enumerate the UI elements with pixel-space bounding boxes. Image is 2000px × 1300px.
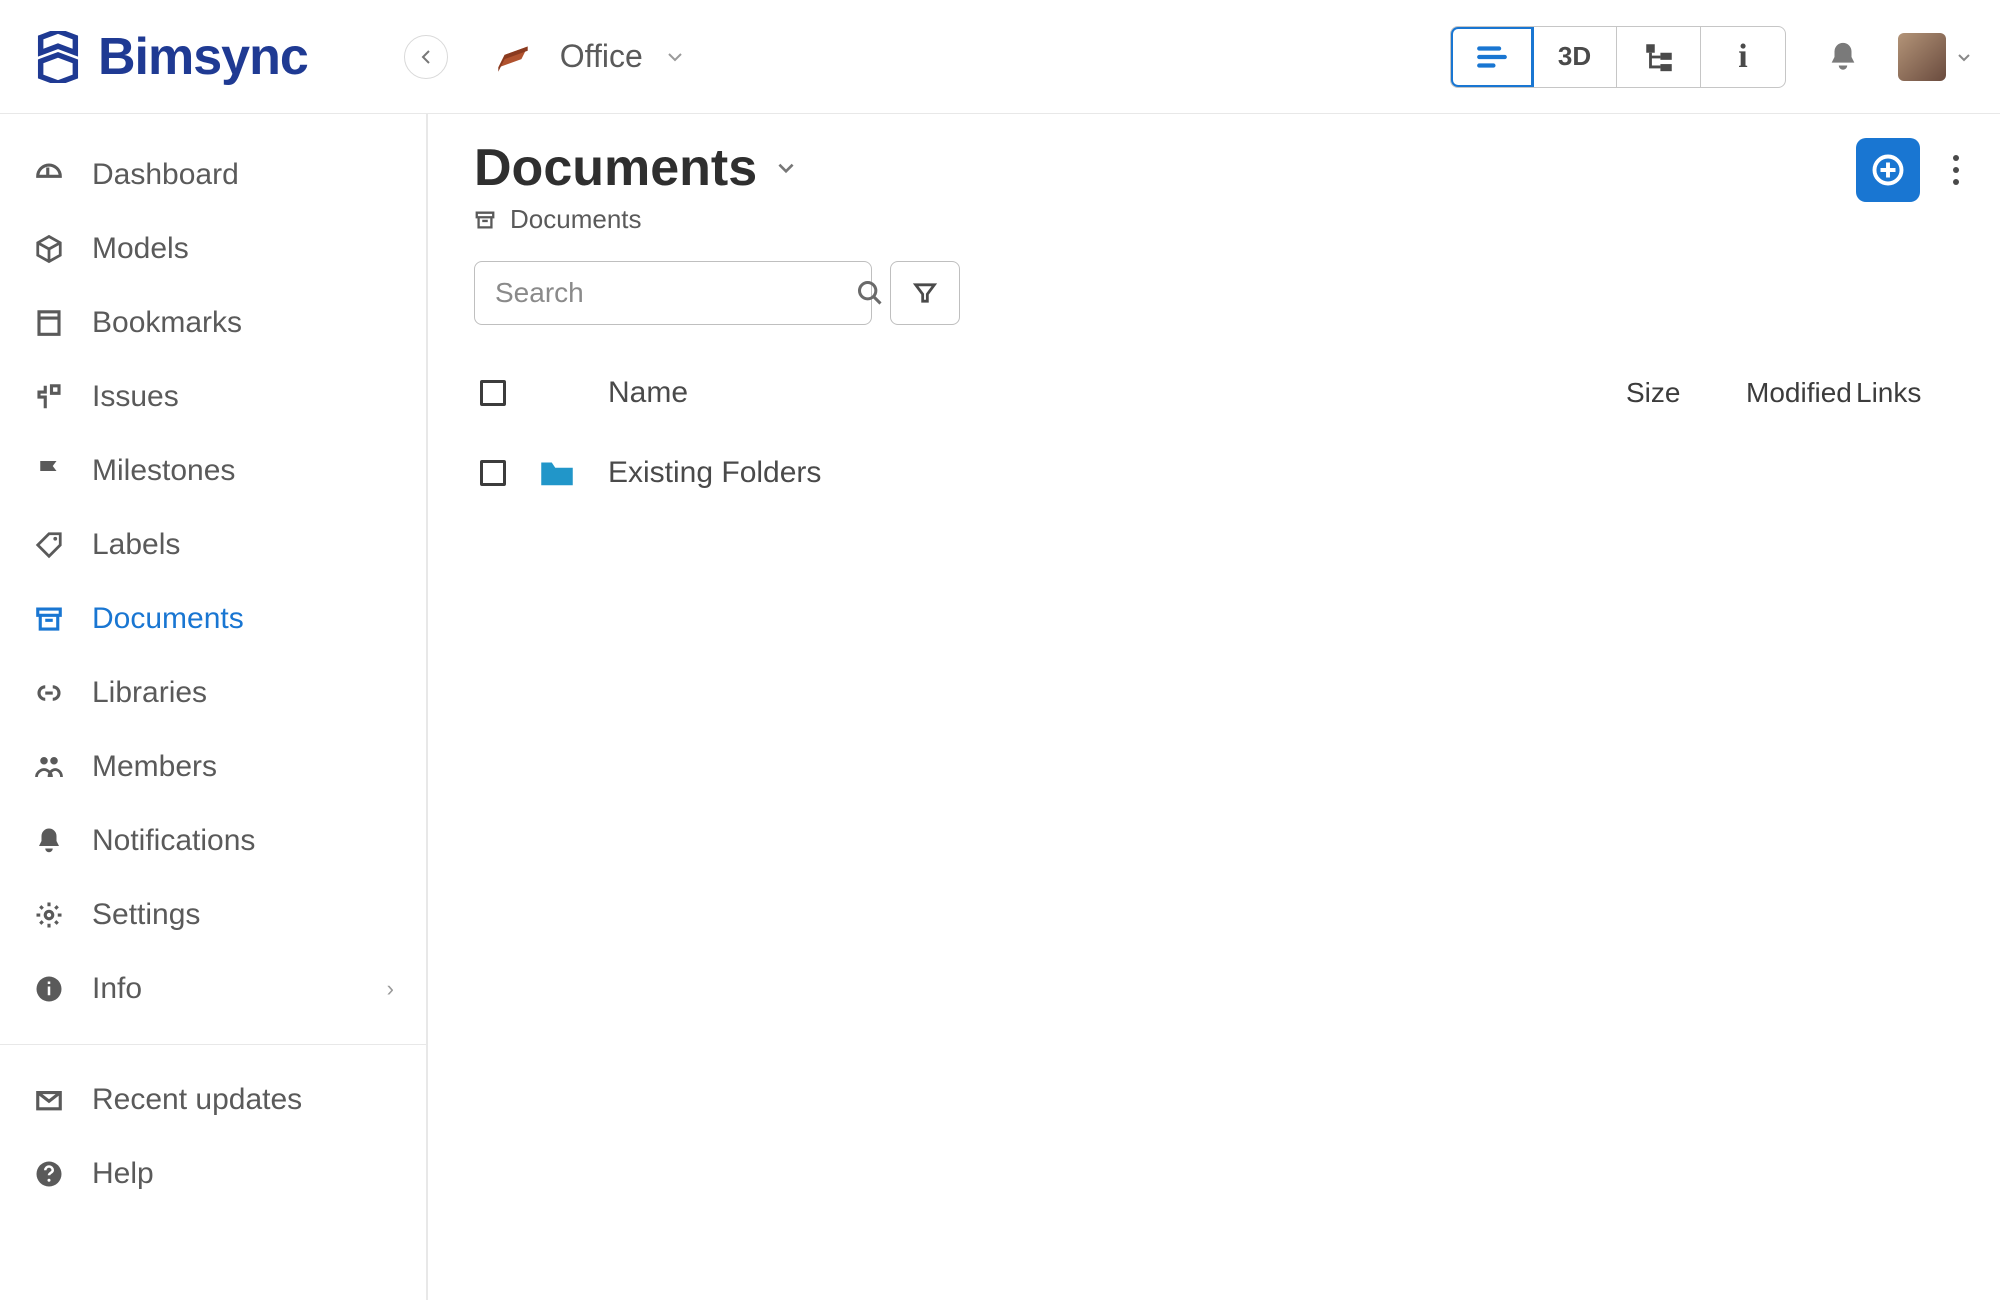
logo[interactable]: Bimsync [32, 27, 308, 87]
list-icon [1475, 40, 1509, 74]
col-name[interactable]: Name [608, 376, 1626, 410]
sidebar-item-label: Dashboard [92, 158, 239, 192]
gear-icon [32, 898, 66, 932]
select-all-checkbox[interactable] [480, 380, 506, 406]
sidebar-item-labels[interactable]: Labels [0, 508, 426, 582]
sidebar-item-milestones[interactable]: Milestones [0, 434, 426, 508]
chevron-right-icon: › [387, 976, 394, 1002]
info-icon [32, 972, 66, 1006]
sidebar-item-label: Libraries [92, 676, 207, 710]
brand-logo-icon [32, 31, 84, 83]
chevron-down-icon [665, 47, 685, 67]
main-content: Documents Documents [428, 114, 2000, 1300]
breadcrumb-label: Documents [510, 204, 642, 235]
dashboard-icon [32, 158, 66, 192]
view-list-button[interactable] [1450, 26, 1534, 88]
kebab-icon [1952, 154, 1960, 186]
bookmark-icon [32, 306, 66, 340]
row-name: Existing Folders [608, 456, 1626, 490]
sidebar-item-label: Bookmarks [92, 306, 242, 340]
sidebar-item-recent-updates[interactable]: Recent updates [0, 1063, 426, 1137]
sidebar-item-issues[interactable]: Issues [0, 360, 426, 434]
archive-icon [32, 602, 66, 636]
table-row[interactable]: Existing Folders [474, 433, 1972, 513]
page-title-dropdown[interactable]: Documents [474, 138, 797, 198]
cube-icon [32, 232, 66, 266]
sidebar-item-documents[interactable]: Documents [0, 582, 426, 656]
tree-icon [1642, 40, 1676, 74]
link-icon [32, 676, 66, 710]
chevron-down-icon [775, 157, 797, 179]
project-icon [492, 36, 534, 78]
notifications-icon[interactable] [1826, 40, 1860, 74]
archive-icon [474, 209, 496, 231]
sidebar-item-label: Milestones [92, 454, 235, 488]
tag-icon [32, 528, 66, 562]
col-size[interactable]: Size [1626, 377, 1746, 409]
people-icon [32, 750, 66, 784]
avatar [1898, 33, 1946, 81]
sidebar: Dashboard Models Bookmarks Issues Milest… [0, 114, 428, 1300]
book-icon [492, 36, 534, 78]
sidebar-item-models[interactable]: Models [0, 212, 426, 286]
topbar: Bimsync Office 3D [0, 0, 2000, 114]
plus-circle-icon [1870, 152, 1906, 188]
sidebar-item-label: Notifications [92, 824, 255, 858]
add-button[interactable] [1856, 138, 1920, 202]
sidebar-item-settings[interactable]: Settings [0, 878, 426, 952]
sidebar-item-bookmarks[interactable]: Bookmarks [0, 286, 426, 360]
sidebar-item-dashboard[interactable]: Dashboard [0, 138, 426, 212]
sidebar-item-label: Issues [92, 380, 179, 414]
user-menu[interactable] [1898, 33, 1972, 81]
view-info-button[interactable]: i [1701, 27, 1785, 87]
view-tree-button[interactable] [1617, 27, 1701, 87]
view-3d-button[interactable]: 3D [1533, 27, 1617, 87]
sidebar-item-label: Settings [92, 898, 200, 932]
sidebar-item-notifications[interactable]: Notifications [0, 804, 426, 878]
sidebar-item-libraries[interactable]: Libraries [0, 656, 426, 730]
sidebar-item-label: Members [92, 750, 217, 784]
sidebar-item-label: Documents [92, 602, 244, 636]
search-box [474, 261, 872, 325]
sidebar-item-label: Info [92, 972, 142, 1006]
col-links[interactable]: Links [1856, 377, 1966, 409]
filter-icon [911, 279, 939, 307]
documents-table: Name Size Modified Links Existing Folder… [474, 353, 1972, 513]
sidebar-item-label: Models [92, 232, 189, 266]
flag-icon [32, 454, 66, 488]
issue-icon [32, 380, 66, 414]
sidebar-item-label: Labels [92, 528, 180, 562]
more-menu-button[interactable] [1940, 154, 1972, 186]
table-header: Name Size Modified Links [474, 353, 1972, 433]
sidebar-item-label: Recent updates [92, 1083, 302, 1117]
bell-icon [32, 824, 66, 858]
back-button[interactable] [404, 35, 448, 79]
search-icon[interactable] [856, 279, 884, 307]
brand-name: Bimsync [98, 27, 308, 87]
row-checkbox[interactable] [480, 460, 506, 486]
folder-icon [536, 452, 608, 494]
filter-button[interactable] [890, 261, 960, 325]
sidebar-item-help[interactable]: Help [0, 1137, 426, 1211]
sidebar-item-label: Help [92, 1157, 154, 1191]
view-3d-label: 3D [1558, 41, 1591, 72]
help-icon [32, 1157, 66, 1191]
chevron-left-icon [418, 49, 434, 65]
mail-icon [32, 1083, 66, 1117]
project-name: Office [560, 38, 643, 75]
search-input[interactable] [495, 277, 856, 309]
project-dropdown[interactable]: Office [560, 38, 685, 75]
chevron-down-icon [1956, 49, 1972, 65]
view-switcher: 3D i [1450, 26, 1786, 88]
sidebar-item-info[interactable]: Info › [0, 952, 426, 1026]
sidebar-item-members[interactable]: Members [0, 730, 426, 804]
breadcrumb[interactable]: Documents [474, 204, 797, 235]
view-info-label: i [1738, 38, 1747, 76]
page-title: Documents [474, 138, 757, 198]
